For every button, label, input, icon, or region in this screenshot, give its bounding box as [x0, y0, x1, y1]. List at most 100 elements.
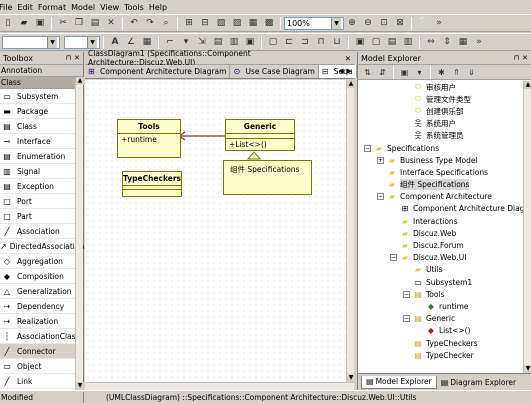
ungroup-icon[interactable]: ▥ [401, 35, 415, 49]
size-icon[interactable]: ▦ [456, 35, 470, 49]
zoom-select[interactable]: 100% ▼ [284, 16, 344, 30]
collapse-icon[interactable]: − [364, 144, 371, 152]
suppress-op-icon[interactable]: ▥ [227, 35, 241, 49]
toolbox-item-exception[interactable]: ▤ Exception [0, 179, 83, 194]
toolbox-item-enumeration[interactable]: ▤ Enumeration [0, 149, 83, 164]
tree-node[interactable]: ⬭ 创建俱乐部 [358, 105, 524, 117]
tab-scroll-right-icon[interactable]: ▶ [347, 67, 352, 75]
tab-model-explorer[interactable]: ▤ Model Explorer [361, 375, 437, 389]
menu-model[interactable]: Model [71, 3, 100, 12]
find-icon[interactable]: ⌕ [159, 16, 173, 30]
tree-node[interactable]: ▰ Utils [358, 264, 524, 276]
toolbox-section-class[interactable]: Class [0, 77, 83, 89]
toolbox-item-link[interactable]: ╱ Link [0, 374, 83, 389]
toolbox-item-connector[interactable]: ╱ Connector [0, 344, 83, 359]
new-icon[interactable]: ▯ [1, 16, 15, 30]
fill-color-icon[interactable]: ▦ [140, 35, 154, 49]
move-up-icon[interactable]: ⇑ [450, 66, 463, 78]
tree-node[interactable]: − ▰ Specifications [358, 142, 524, 154]
tree-node[interactable]: ▤ TypeChecker [358, 349, 524, 361]
chevron-down-icon[interactable]: ▼ [331, 17, 341, 29]
tree-node[interactable]: ▤ TypeCheckers [358, 337, 524, 349]
menu-file[interactable]: File [0, 3, 17, 12]
collapse-icon[interactable]: − [403, 290, 410, 298]
space-v-icon[interactable]: ⇕ [440, 35, 454, 49]
chevron-down-icon[interactable]: ▼ [87, 36, 97, 48]
toolbox-item-object[interactable]: ▭ Object [0, 359, 83, 374]
tree-node[interactable]: ▭ Subsystem1 [358, 276, 524, 288]
cut-icon[interactable]: ✂ [56, 16, 70, 30]
diagram-horizontal-scrollbar[interactable] [85, 382, 354, 390]
diagram-new-icon[interactable]: ⊞ [182, 16, 196, 30]
align-top-icon[interactable]: ⊔ [330, 35, 344, 49]
auto-resize-icon[interactable]: ⇲ [195, 35, 209, 49]
print-preview-icon[interactable]: ▨ [230, 16, 244, 30]
toolbox-item-aggregation[interactable]: ◇ Aggregation [0, 254, 83, 269]
line-style-dropdown-icon[interactable]: ▾ [179, 35, 193, 49]
class-generic[interactable]: Generic +List<>() [225, 119, 295, 151]
filter-icon[interactable]: ✱ [435, 66, 448, 78]
tree-node[interactable]: ▰ Discuz.Forum [358, 239, 524, 251]
scroll-down-icon[interactable]: ▼ [524, 365, 531, 373]
toolbox-item-subsystem[interactable]: ▭ Subsystem [0, 89, 83, 104]
tree-node[interactable]: ⊞ Component Architecture Diagr [358, 203, 524, 215]
space-h-icon[interactable]: ⇔ [424, 35, 438, 49]
toolbox-section-annotation[interactable]: Annotation [0, 65, 83, 77]
zoom-page-icon[interactable]: ⊠ [393, 16, 407, 30]
tab-diagram-0[interactable]: ⊞ Component Architecture Diagram [85, 65, 231, 78]
zoom-out-icon[interactable]: ⊖ [361, 16, 375, 30]
expand-icon[interactable]: + [377, 156, 384, 164]
undo-icon[interactable]: ↶ [127, 16, 141, 30]
tab-scroll-left-icon[interactable]: ◀ [338, 67, 343, 75]
package-specifications[interactable]: 组件 Specifications [223, 160, 312, 195]
toolbox-item-signal[interactable]: ▥ Signal [0, 164, 83, 179]
pin-icon[interactable]: ⊓ [514, 54, 519, 62]
scroll-up-icon[interactable]: ▲ [524, 81, 531, 89]
delete-icon[interactable]: ✕ [104, 16, 118, 30]
menu-tools[interactable]: Tools [124, 3, 149, 12]
class-tools[interactable]: Tools +runtime [117, 119, 181, 158]
align-left-icon[interactable]: ⊏ [282, 35, 296, 49]
image-icon[interactable]: ▧ [214, 16, 228, 30]
scroll-down-icon[interactable]: ▼ [347, 374, 355, 382]
toolbox-item-realization[interactable]: ⇢ Realization [0, 314, 83, 329]
tree-node[interactable]: ▰ Interactions [358, 215, 524, 227]
toolbox-item-generalization[interactable]: △ Generalization [0, 284, 83, 299]
visibility-icon[interactable]: ▣ [243, 35, 257, 49]
align-right-icon[interactable]: ⊓ [314, 35, 328, 49]
font-select[interactable]: ▼ [2, 35, 60, 49]
move-down-icon[interactable]: ⇓ [465, 66, 478, 78]
tree-node[interactable]: ◆ List<>() [358, 325, 524, 337]
toolbar-overflow-icon[interactable]: » [472, 35, 486, 49]
tree-node[interactable]: − ▰ Component Architecture [358, 191, 524, 203]
layout-icon[interactable]: ▦ [246, 16, 260, 30]
open-icon[interactable]: ▰ [17, 16, 31, 30]
tree-node[interactable]: − ▤ Tools [358, 288, 524, 300]
line-color-icon[interactable]: ∠ [124, 35, 138, 49]
sort-by-name-icon[interactable]: ⇅ [361, 66, 374, 78]
toolbox-item-associationclass[interactable]: ┆ AssociationClass [0, 329, 83, 344]
close-icon[interactable]: ✕ [522, 54, 528, 62]
help-icon[interactable]: ❔ [416, 16, 430, 30]
toolbox-item-directedassociation[interactable]: ↗ DirectedAssociation [0, 239, 84, 254]
pin-icon[interactable]: ⊓ [66, 54, 71, 62]
scroll-up-icon[interactable]: ▲ [76, 77, 84, 85]
line-style-icon[interactable]: ⌐ [163, 35, 177, 49]
diagram-open-icon[interactable]: ⊟ [198, 16, 212, 30]
tree-node[interactable]: ⬭ 审核用户 [358, 81, 524, 93]
menu-format[interactable]: Format [38, 3, 71, 12]
diagram-vertical-scrollbar[interactable]: ▲ ▼ [346, 80, 355, 382]
toolbox-item-class[interactable]: ▤ Class [0, 119, 83, 134]
toolbar-overflow-icon[interactable]: » [432, 16, 446, 30]
toolbox-item-composition[interactable]: ◆ Composition [0, 269, 83, 284]
tree-node[interactable]: − ▤ Generic [358, 313, 524, 325]
tab-diagram-1[interactable]: ⊙ Use Case Diagram [230, 65, 319, 78]
suppress-attr-icon[interactable]: ▤ [211, 35, 225, 49]
explorer-scrollbar[interactable]: ▲ ▼ [523, 81, 531, 373]
font-size-select[interactable]: ▼ [64, 35, 100, 49]
toolbox-item-interface[interactable]: ⊸ Interface [0, 134, 83, 149]
collapse-icon[interactable]: − [403, 315, 410, 323]
menu-help[interactable]: Help [149, 3, 172, 12]
redo-icon[interactable]: ↷ [143, 16, 157, 30]
copy-icon[interactable]: ❐ [72, 16, 86, 30]
